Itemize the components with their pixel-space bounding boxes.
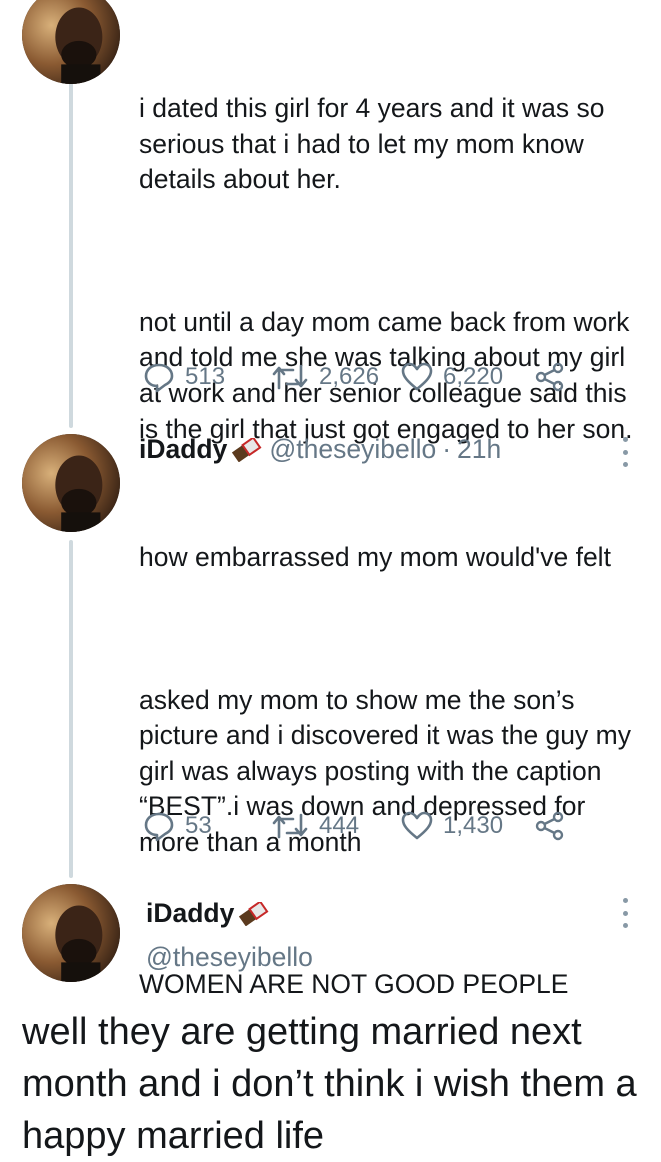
chocolate-bar-icon (239, 901, 269, 926)
tweet-2-paragraph-1: how embarrassed my mom would've felt (139, 542, 611, 573)
timestamp[interactable]: 21h (457, 434, 501, 465)
heart-icon (401, 811, 433, 840)
like-button[interactable]: 1,430 (401, 809, 503, 843)
handle[interactable]: @theseyibello (146, 942, 313, 973)
thread-line-2 (69, 540, 73, 878)
tweet-1-text: i dated this girl for 4 years and it was… (139, 20, 644, 483)
like-count: 1,430 (443, 812, 504, 839)
avatar-photo (22, 884, 120, 982)
more-vertical-icon[interactable] (620, 898, 630, 928)
reply-count: 53 (185, 812, 212, 839)
display-name[interactable]: iDaddy (146, 898, 234, 929)
reply-button[interactable]: 53 (143, 809, 212, 843)
avatar-photo (22, 434, 120, 532)
retweet-icon (272, 813, 308, 839)
retweet-count: 2,626 (319, 363, 380, 390)
avatar[interactable] (22, 0, 120, 84)
display-name[interactable]: iDaddy (139, 434, 227, 465)
tweet-1-paragraph-1: i dated this girl for 4 years and it was… (139, 93, 612, 195)
retweet-count: 444 (319, 812, 360, 839)
chocolate-bar-icon (232, 437, 262, 462)
reply-button[interactable]: 513 (143, 360, 225, 394)
tweet-3-header: iDaddy (146, 898, 270, 929)
avatar-photo (22, 0, 120, 84)
share-icon (535, 811, 564, 841)
share-button[interactable] (535, 360, 575, 394)
more-vertical-icon[interactable] (620, 437, 630, 467)
avatar[interactable] (22, 434, 120, 532)
tweet-1-actions: 513 2,626 6,220 (143, 360, 573, 394)
like-button[interactable]: 6,220 (401, 360, 503, 394)
reply-icon (144, 363, 174, 393)
heart-icon (401, 362, 433, 391)
separator: · (442, 434, 452, 464)
retweet-button[interactable]: 2,626 (271, 360, 379, 394)
retweet-icon (272, 364, 308, 390)
share-icon (535, 362, 564, 392)
share-button[interactable] (535, 809, 575, 843)
avatar[interactable] (22, 884, 120, 982)
reply-count: 513 (185, 363, 226, 390)
tweet-3-text: well they are getting married next month… (22, 1011, 637, 1157)
like-count: 6,220 (443, 363, 504, 390)
reply-icon (144, 812, 174, 842)
tweet-2-actions: 53 444 1,430 (143, 809, 573, 843)
retweet-button[interactable]: 444 (271, 809, 359, 843)
handle[interactable]: @theseyibello (269, 434, 436, 465)
tweet-2-header: iDaddy @theseyibello · 21h (139, 434, 501, 465)
